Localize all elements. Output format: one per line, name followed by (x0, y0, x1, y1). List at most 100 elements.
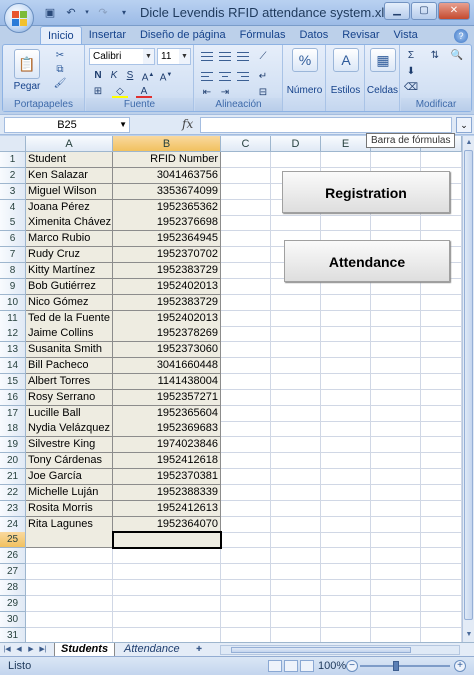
rfid-number-cell[interactable]: 1952370702 (113, 247, 221, 264)
empty-cell[interactable] (271, 389, 321, 406)
rfid-number-cell[interactable]: 1952383729 (113, 262, 221, 279)
empty-cell[interactable] (321, 342, 371, 359)
empty-cell[interactable] (221, 373, 271, 390)
empty-cell[interactable] (321, 421, 371, 438)
student-name-cell[interactable]: Nydia Velázquez (26, 421, 113, 438)
align-center-icon[interactable] (217, 69, 233, 84)
font-size-select[interactable]: 11 ▼ (157, 48, 191, 65)
zoom-slider-knob[interactable] (393, 661, 399, 671)
scroll-down-icon[interactable]: ▼ (464, 629, 474, 641)
align-top-icon[interactable] (199, 49, 215, 64)
empty-cell[interactable] (371, 152, 421, 168)
empty-cell[interactable] (321, 437, 371, 454)
row-header[interactable]: 29 (0, 595, 26, 612)
empty-cell[interactable] (321, 453, 371, 470)
empty-cell[interactable] (421, 342, 462, 359)
empty-cell[interactable] (221, 342, 271, 359)
select-all-corner[interactable] (0, 136, 26, 152)
row-header[interactable]: 26 (0, 548, 26, 565)
empty-cell[interactable] (221, 421, 271, 438)
empty-cell[interactable] (321, 373, 371, 390)
row-header[interactable]: 15 (0, 373, 26, 390)
row-header[interactable]: 27 (0, 564, 26, 581)
student-name-cell[interactable]: Rudy Cruz (26, 247, 113, 264)
student-name-cell[interactable]: Michelle Luján (26, 484, 113, 501)
row-header[interactable]: 21 (0, 469, 26, 485)
undo-icon[interactable]: ↶ (63, 5, 79, 21)
empty-cell[interactable] (221, 548, 271, 565)
column-header-e[interactable]: E (321, 136, 371, 152)
empty-cell[interactable] (371, 326, 421, 343)
empty-cell[interactable] (371, 611, 421, 628)
empty-cell[interactable] (421, 564, 462, 581)
empty-cell[interactable] (371, 579, 421, 596)
rfid-number-cell[interactable]: 1952388339 (113, 484, 221, 501)
empty-cell[interactable] (421, 532, 462, 549)
empty-cell[interactable] (421, 595, 462, 612)
empty-cell[interactable] (321, 516, 371, 533)
empty-cell[interactable] (271, 484, 321, 501)
minimize-button[interactable]: ▁ (384, 2, 410, 20)
empty-cell[interactable] (371, 215, 421, 232)
empty-cell[interactable] (221, 437, 271, 454)
sort-filter-icon[interactable]: ⇅ (427, 48, 443, 63)
clear-icon[interactable]: ⌫ (403, 80, 419, 95)
row-header[interactable]: 8 (0, 262, 26, 279)
row-header[interactable]: 24 (0, 516, 26, 533)
empty-cell[interactable] (271, 152, 321, 168)
empty-cell[interactable] (271, 453, 321, 470)
student-name-cell[interactable]: Rosy Serrano (26, 389, 113, 406)
empty-cell[interactable] (321, 469, 371, 485)
empty-cell[interactable] (221, 247, 271, 264)
empty-cell[interactable] (113, 564, 221, 581)
column-header-d[interactable]: D (271, 136, 321, 152)
scrollbar-thumb[interactable] (464, 150, 473, 620)
shrink-font-icon[interactable]: A▼ (158, 68, 174, 83)
align-left-icon[interactable] (199, 69, 215, 84)
empty-cell[interactable] (221, 215, 271, 232)
tab-datos[interactable]: Datos (292, 26, 335, 44)
empty-cell[interactable] (371, 421, 421, 438)
empty-cell[interactable] (113, 595, 221, 612)
student-name-cell[interactable]: Marco Rubio (26, 231, 113, 248)
column-header-c[interactable]: C (221, 136, 271, 152)
empty-cell[interactable] (221, 294, 271, 311)
empty-cell[interactable] (271, 611, 321, 628)
zoom-level[interactable]: 100% (318, 660, 346, 672)
autosum-icon[interactable]: Σ (403, 48, 419, 63)
empty-cell[interactable] (371, 373, 421, 390)
underline-button[interactable]: S (122, 68, 138, 83)
empty-cell[interactable] (321, 358, 371, 375)
empty-cell[interactable] (221, 278, 271, 295)
row-header[interactable]: 9 (0, 278, 26, 295)
formula-input[interactable] (200, 117, 452, 133)
rfid-number-cell[interactable]: 3041660448 (113, 358, 221, 375)
office-button[interactable] (4, 3, 34, 33)
student-name-cell[interactable]: Ted de la Fuente (26, 310, 113, 327)
empty-cell[interactable] (271, 579, 321, 596)
insert-function-icon[interactable]: fx (182, 117, 193, 131)
align-middle-icon[interactable] (217, 49, 233, 64)
empty-cell[interactable] (421, 437, 462, 454)
cut-icon[interactable]: ✂ (53, 49, 67, 62)
empty-cell[interactable] (321, 532, 371, 549)
empty-cell[interactable] (221, 532, 271, 549)
first-sheet-icon[interactable]: |◀ (2, 644, 12, 655)
empty-cell[interactable] (271, 500, 321, 517)
empty-cell[interactable] (221, 564, 271, 581)
empty-cell[interactable] (371, 500, 421, 517)
student-name-cell[interactable]: Rosita Morris (26, 500, 113, 517)
row-header[interactable]: 14 (0, 358, 26, 375)
student-name-cell[interactable]: Lucille Ball (26, 405, 113, 422)
format-painter-icon[interactable]: 🖌 (53, 77, 67, 90)
row-header[interactable]: 6 (0, 231, 26, 248)
normal-view-icon[interactable] (268, 660, 282, 672)
empty-cell[interactable] (26, 595, 113, 612)
student-name-cell[interactable]: Kitty Martínez (26, 262, 113, 279)
empty-cell[interactable] (221, 183, 271, 200)
empty-cell[interactable] (221, 326, 271, 343)
borders-icon[interactable]: ⊞ (90, 84, 106, 99)
empty-cell[interactable] (371, 595, 421, 612)
find-select-icon[interactable]: 🔍 (449, 48, 465, 63)
empty-cell[interactable] (371, 484, 421, 501)
